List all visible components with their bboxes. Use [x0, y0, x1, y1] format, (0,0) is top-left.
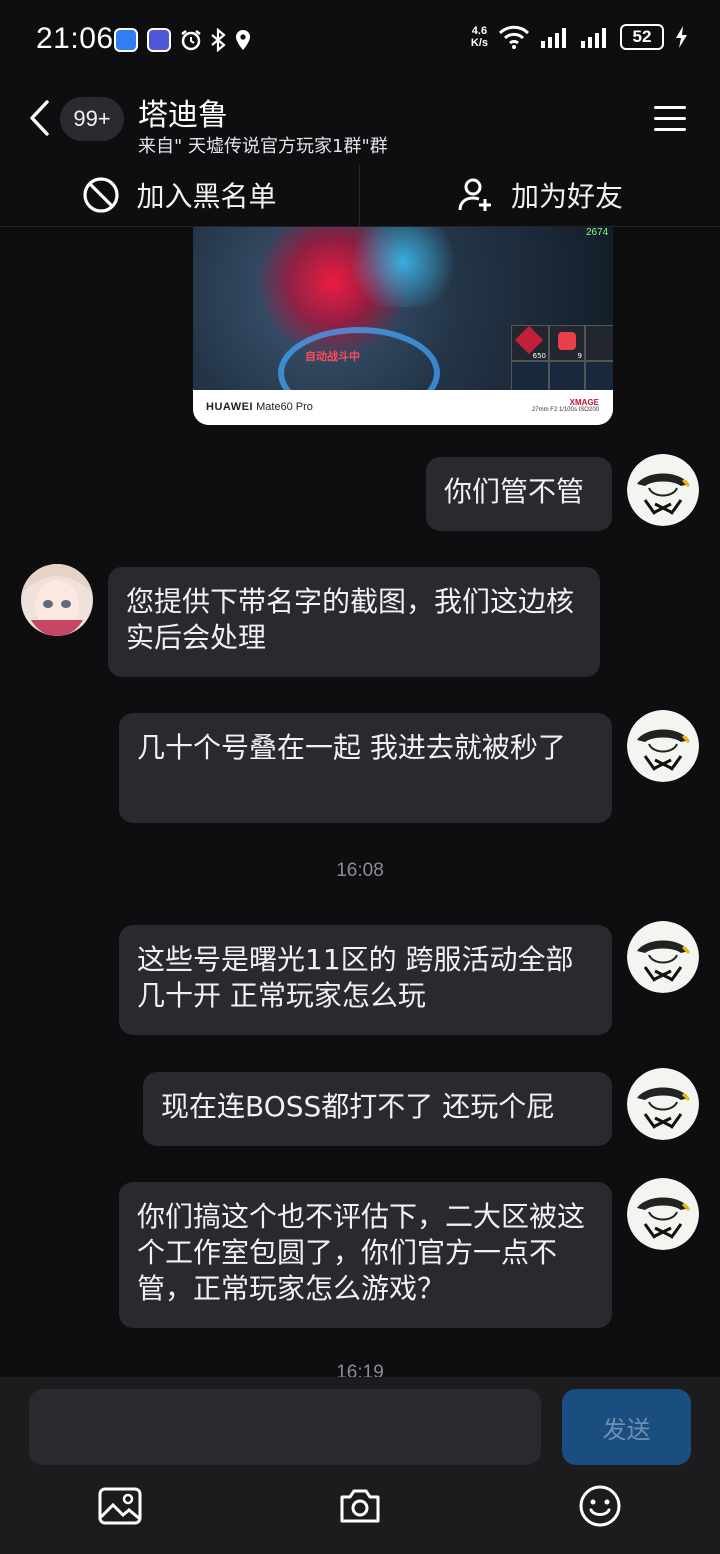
sketch-avatar-icon [627, 454, 699, 526]
camera-specs: 27mm F2 1/100s ISO200 [531, 407, 599, 413]
status-time: 21:06 [36, 22, 114, 55]
alarm-icon [181, 30, 201, 51]
game-item-slot [549, 361, 585, 390]
signal-icon [541, 28, 566, 48]
sketch-avatar-icon [627, 710, 699, 782]
status-bar: 21:06 4.6 K/s 52 [0, 0, 720, 82]
my-avatar[interactable] [627, 710, 699, 782]
game-item-slot [585, 361, 613, 390]
message-bubble-received[interactable]: 您提供下带名字的截图，我们这边核实后会处理 [108, 567, 600, 677]
watermark-right: XMAGE 27mm F2 1/100s ISO200 [532, 398, 599, 413]
location-icon [236, 30, 250, 50]
game-screenshot: 自动战斗中 2674 650 9 [193, 227, 613, 390]
gem-icon [558, 332, 576, 350]
photo-message[interactable]: 自动战斗中 2674 650 9 HUAWEI Mate60 Pro XMAGE… [193, 227, 613, 425]
chevron-left-icon [30, 100, 49, 136]
block-icon [83, 177, 120, 213]
contact-action-bar: 加入黑名单 加为好友 [0, 164, 720, 227]
unread-count-badge[interactable]: 99+ [60, 97, 124, 141]
emoji-icon [579, 1485, 621, 1527]
chat-header: 99+ 塔迪鲁 来自" 天墟传说官方玩家1群"群 [0, 82, 720, 164]
message-bubble-sent[interactable]: 现在连BOSS都打不了 还玩个屁 [143, 1072, 612, 1146]
game-item-slot: 9 [549, 325, 585, 361]
bluetooth-icon [211, 28, 226, 52]
wifi-icon [498, 25, 530, 49]
gallery-button[interactable] [97, 1483, 143, 1529]
item-count: 650 [532, 352, 546, 360]
item-count: 9 [577, 352, 582, 360]
message-bubble-sent[interactable]: 你们搞这个也不评估下，二大区被这个工作室包圆了，你们官方一点不管，正常玩家怎么游… [119, 1182, 612, 1328]
message-bubble-sent[interactable]: 这些号是曙光11区的 跨服活动全部几十开 正常玩家怎么玩 [119, 925, 612, 1035]
app-notification-icon [147, 28, 171, 52]
camera-icon [340, 1489, 380, 1523]
game-item-slot [511, 361, 549, 390]
charging-icon [676, 26, 687, 48]
add-friend-label: 加为好友 [510, 180, 623, 213]
message-input[interactable] [29, 1389, 541, 1465]
add-friend-button[interactable]: 加为好友 [360, 164, 720, 226]
chat-title: 塔迪鲁 [138, 98, 228, 133]
potion-icon [514, 325, 544, 355]
status-right-group: 4.6 K/s 52 [471, 24, 688, 50]
network-speed: 4.6 K/s [471, 25, 488, 49]
timestamp: 16:19 [336, 1362, 384, 1377]
image-icon [98, 1487, 142, 1525]
signal-icon [581, 28, 606, 48]
anime-avatar-icon [21, 564, 93, 636]
contact-avatar[interactable] [21, 564, 93, 636]
my-avatar[interactable] [627, 1178, 699, 1250]
add-friend-icon [458, 178, 491, 211]
hamburger-menu-icon [654, 106, 686, 109]
battery-indicator: 52 [620, 24, 664, 50]
timestamp: 16:08 [336, 860, 384, 881]
xmage-logo: XMAGE [569, 398, 599, 407]
menu-line [654, 128, 686, 131]
sketch-avatar-icon [627, 1178, 699, 1250]
game-item-slot: 650 [511, 325, 549, 361]
watermark-brand: HUAWEI Mate60 Pro [206, 401, 313, 413]
app-notification-icon [114, 28, 138, 52]
my-avatar[interactable] [627, 1068, 699, 1140]
level-text: 2674 [586, 227, 609, 238]
send-button[interactable]: 发送 [562, 1389, 691, 1465]
effect-glow [343, 227, 463, 307]
brand-name: HUAWEI [206, 401, 253, 413]
menu-button[interactable] [654, 106, 686, 132]
block-label: 加入黑名单 [136, 180, 277, 213]
network-speed-value: 4.6 [471, 25, 488, 37]
message-bubble-sent[interactable]: 你们管不管 [426, 457, 612, 531]
menu-line [654, 117, 686, 120]
message-list[interactable]: 自动战斗中 2674 650 9 HUAWEI Mate60 Pro XMAGE… [0, 227, 720, 1377]
game-item-slot [585, 325, 613, 361]
block-button[interactable]: 加入黑名单 [0, 164, 359, 226]
network-speed-unit: K/s [470, 37, 488, 49]
sketch-avatar-icon [627, 921, 699, 993]
auto-battle-text: 自动战斗中 [305, 350, 360, 363]
chat-subtitle: 来自" 天墟传说官方玩家1群"群 [138, 136, 388, 157]
emoji-button[interactable] [577, 1483, 623, 1529]
model-name: Mate60 Pro [256, 401, 313, 413]
message-bubble-sent[interactable]: 几十个号叠在一起 我进去就被秒了 [119, 713, 612, 823]
composer: 发送 [0, 1377, 720, 1554]
camera-watermark: HUAWEI Mate60 Pro XMAGE 27mm F2 1/100s I… [193, 390, 613, 425]
sketch-avatar-icon [627, 1068, 699, 1140]
my-avatar[interactable] [627, 921, 699, 993]
my-avatar[interactable] [627, 454, 699, 526]
back-button[interactable] [22, 98, 56, 138]
camera-button[interactable] [337, 1483, 383, 1529]
